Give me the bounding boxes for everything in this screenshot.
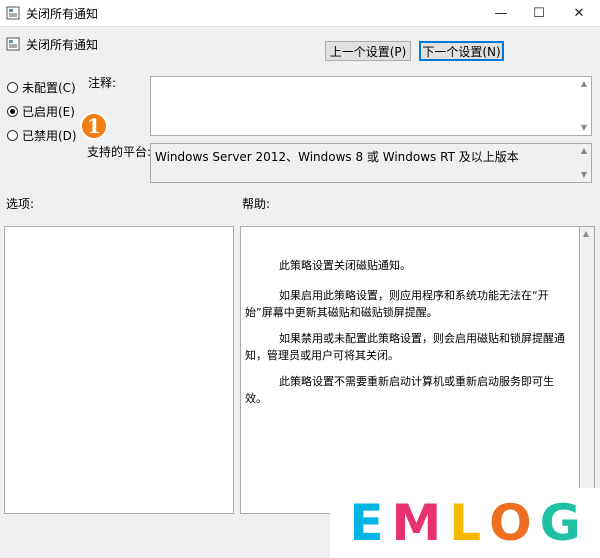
scroll-up-icon[interactable]: ▲: [581, 229, 591, 239]
radio-label: 未配置(C): [22, 81, 76, 95]
options-label: 选项:: [6, 197, 35, 211]
maximize-button[interactable]: ☐: [522, 0, 556, 26]
help-paragraph: 此策略设置不需要重新启动计算机或重新启动服务即可生效。: [245, 375, 554, 405]
logo-letter: M: [391, 494, 442, 552]
radio-label: 已禁用(D): [22, 129, 77, 143]
comment-textarea[interactable]: ▲ ▼: [150, 76, 592, 136]
logo-letter: L: [449, 494, 482, 552]
emlog-watermark-logo: E M L O G: [330, 488, 600, 558]
radio-not-configured[interactable]: 未配置(C): [7, 79, 76, 96]
minimize-button[interactable]: —: [484, 0, 518, 26]
help-scrollbar[interactable]: ▲: [580, 226, 595, 514]
comment-label: 注释:: [88, 76, 117, 90]
scroll-down-icon[interactable]: ▼: [579, 170, 589, 180]
policy-icon: [6, 37, 20, 51]
options-panel: [4, 226, 234, 514]
scroll-up-icon[interactable]: ▲: [579, 146, 589, 156]
radio-disabled[interactable]: 已禁用(D): [7, 127, 77, 144]
radio-circle[interactable]: [7, 106, 18, 117]
minimize-icon: —: [494, 5, 508, 21]
radio-circle[interactable]: [7, 82, 18, 93]
close-button[interactable]: ✕: [562, 0, 596, 26]
help-paragraph: 如果禁用或未配置此策略设置，则会启用磁贴和锁屏提醒通知，管理员或用户可将其关闭。: [245, 332, 565, 362]
setting-name: 关闭所有通知: [26, 38, 99, 52]
previous-setting-button[interactable]: 上一个设置(P): [325, 41, 411, 61]
logo-letter: E: [349, 494, 384, 552]
platform-field: Windows Server 2012、Windows 8 或 Windows …: [150, 143, 592, 183]
platform-value: Windows Server 2012、Windows 8 或 Windows …: [155, 150, 519, 164]
close-icon: ✕: [573, 5, 585, 21]
maximize-icon: ☐: [533, 5, 545, 21]
logo-letter: O: [489, 494, 532, 552]
help-paragraph: 此策略设置关闭磁贴通知。: [279, 259, 411, 272]
radio-label: 已启用(E): [22, 105, 75, 119]
comment-scrollbar[interactable]: ▲ ▼: [579, 79, 589, 133]
radio-circle[interactable]: [7, 130, 18, 141]
platform-label: 支持的平台:: [87, 145, 152, 159]
radio-enabled[interactable]: 已启用(E): [7, 103, 75, 120]
window-title: 关闭所有通知: [26, 7, 99, 21]
help-paragraph: 如果启用此策略设置，则应用程序和系统功能无法在“开始”屏幕中更新其磁贴和磁贴锁屏…: [245, 289, 549, 319]
step-badge: 1: [80, 112, 108, 140]
policy-icon: [6, 6, 20, 20]
scroll-up-icon[interactable]: ▲: [579, 79, 589, 89]
scroll-down-icon[interactable]: ▼: [579, 123, 589, 133]
help-panel: 此策略设置关闭磁贴通知。 如果启用此策略设置，则应用程序和系统功能无法在“开始”…: [240, 226, 580, 514]
next-setting-button[interactable]: 下一个设置(N): [419, 41, 504, 61]
logo-letter: G: [539, 494, 581, 552]
help-label: 帮助:: [242, 197, 271, 211]
platform-scrollbar[interactable]: ▲ ▼: [579, 146, 589, 180]
